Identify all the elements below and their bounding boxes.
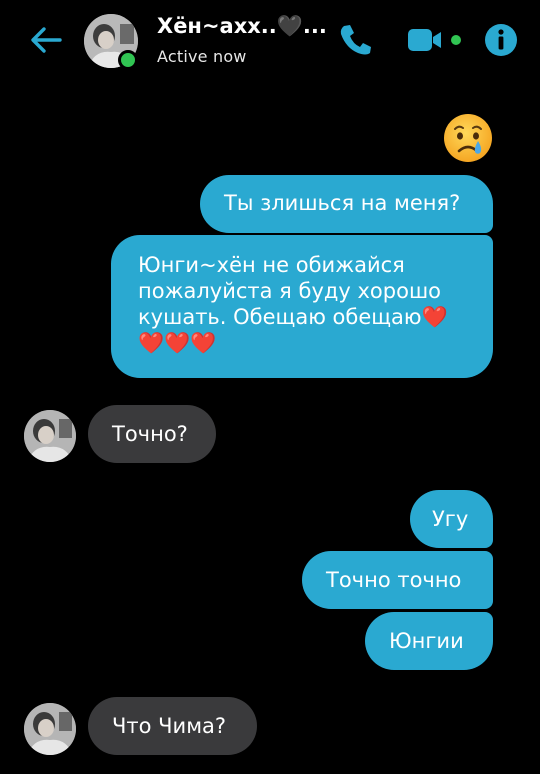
- message-text: Ты злишься на меня?: [224, 191, 461, 215]
- active-status: Active now: [157, 47, 247, 66]
- contact-name[interactable]: Хён~ахх..🖤...: [157, 14, 327, 39]
- message-text: Угу: [432, 507, 469, 531]
- online-status-dot: [118, 50, 138, 70]
- crying-emoji-message[interactable]: [442, 112, 494, 164]
- message-text: Юнгии: [389, 629, 464, 653]
- info-icon[interactable]: [483, 22, 519, 58]
- chat-header: Хён~ахх..🖤... Active now: [0, 0, 540, 80]
- outgoing-message[interactable]: Юнги~хён не обижайся пожалуйста я буду х…: [111, 235, 493, 378]
- contact-message-avatar[interactable]: [24, 410, 76, 462]
- phone-icon[interactable]: [336, 22, 376, 58]
- contact-message-avatar[interactable]: [24, 703, 76, 755]
- outgoing-message[interactable]: Ты злишься на меня?: [200, 175, 493, 233]
- outgoing-message[interactable]: Юнгии: [365, 612, 493, 670]
- message-text: Точно?: [112, 422, 188, 446]
- back-arrow-icon[interactable]: [28, 24, 64, 56]
- message-text: Юнги~хён не обижайся пожалуйста я буду х…: [138, 253, 448, 355]
- outgoing-message[interactable]: Точно точно: [302, 551, 493, 609]
- incoming-message[interactable]: Точно?: [88, 405, 216, 463]
- message-text: Точно точно: [326, 568, 462, 592]
- video-camera-icon[interactable]: [406, 26, 468, 54]
- outgoing-message[interactable]: Угу: [410, 490, 493, 548]
- incoming-message[interactable]: Что Чима?: [88, 697, 257, 755]
- message-text: Что Чима?: [112, 714, 227, 738]
